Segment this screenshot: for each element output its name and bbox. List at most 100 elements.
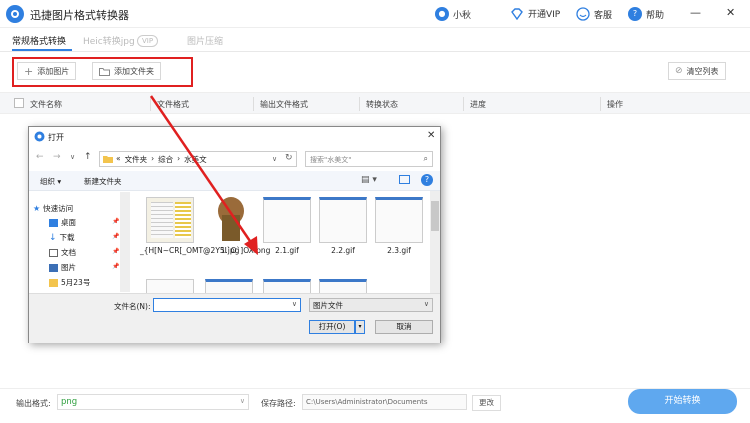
nav-pictures[interactable]: 图片 xyxy=(49,262,76,273)
dialog-title-bar: 打开 ✕ xyxy=(29,127,440,147)
save-path-field[interactable]: C:\Users\Administrator\Documents xyxy=(302,394,467,410)
output-format-select[interactable]: png ∨ xyxy=(57,394,249,410)
active-tab-indicator xyxy=(12,49,72,51)
filetype-value: 图片文件 xyxy=(313,301,343,310)
app-logo-icon xyxy=(6,5,24,23)
tab-heic-to-jpg[interactable]: Heic转换jpg xyxy=(83,34,135,47)
filetype-select[interactable]: 图片文件 ∨ xyxy=(309,298,433,312)
nav-pane-scrollbar[interactable] xyxy=(120,192,130,292)
folder-icon xyxy=(49,278,58,287)
close-icon[interactable]: ✕ xyxy=(726,6,735,19)
open-vip-button[interactable]: 开通VIP xyxy=(510,7,560,20)
nav-folder-may23[interactable]: 5月23号 xyxy=(49,277,90,288)
search-icon: ⌕ xyxy=(423,154,428,163)
file-thumbnail[interactable] xyxy=(263,279,311,293)
quick-access-star-icon: ★ xyxy=(33,204,41,213)
cancel-button[interactable]: 取消 xyxy=(375,320,433,334)
service-button[interactable]: 客服 xyxy=(576,7,612,21)
nav-label: 下载 xyxy=(59,233,75,242)
dialog-bottom-panel: 文件名(N): ∨ 图片文件 ∨ 打开(O) ▾ 取消 xyxy=(29,293,440,343)
file-name: 2.1.gif xyxy=(275,246,299,255)
address-bar[interactable]: « 文件夹 › 综合 › 水美文 ∨ ↻ xyxy=(99,151,297,167)
desktop-icon xyxy=(49,218,58,227)
nav-label: 文档 xyxy=(61,248,76,257)
save-path-value: C:\Users\Administrator\Documents xyxy=(306,398,428,406)
nav-label: 5月23号 xyxy=(61,278,91,287)
col-file-format: 文件格式 xyxy=(157,100,189,109)
search-input[interactable]: 搜索"水美文" ⌕ xyxy=(305,151,433,167)
dialog-app-icon xyxy=(34,131,45,142)
diamond-icon xyxy=(511,7,523,20)
file-thumbnail[interactable] xyxy=(146,279,194,293)
clear-icon: ⊘ xyxy=(675,66,683,76)
help-button[interactable]: ? 帮助 xyxy=(628,7,664,21)
forward-arrow-icon[interactable]: → xyxy=(53,152,61,162)
clear-list-button[interactable]: ⊘ 清空列表 xyxy=(668,62,726,80)
column-divider xyxy=(150,97,151,111)
vip-badge: VIP xyxy=(137,35,159,47)
open-dropdown-button[interactable]: ▾ xyxy=(355,320,365,334)
nav-label: 快速访问 xyxy=(43,204,74,213)
user-avatar-icon: ● xyxy=(435,7,449,21)
up-arrow-icon[interactable]: ↑ xyxy=(84,152,92,162)
breadcrumb-item[interactable]: 综合 xyxy=(158,154,173,165)
output-format-label: 输出格式: xyxy=(16,399,51,408)
tab-bar: 常规格式转换 Heic转换jpg VIP 图片压缩 xyxy=(0,28,750,52)
file-name: 2.2.gif xyxy=(331,246,355,255)
dialog-help-icon[interactable]: ? xyxy=(421,174,433,186)
recent-dropdown-icon[interactable]: ∨ xyxy=(70,153,75,161)
nav-quick-access[interactable]: ★ 快速访问 xyxy=(33,203,73,214)
chevron-down-icon: ∨ xyxy=(291,300,297,308)
col-progress: 进度 xyxy=(470,100,486,109)
file-name: 1.jpg xyxy=(220,246,240,255)
tab-image-compress[interactable]: 图片压缩 xyxy=(187,34,223,47)
navigation-pane: ★ 快速访问 桌面 📌 ↓ 下载 📌 文档 📌 图片 📌 5月23号 xyxy=(29,191,130,293)
filename-label: 文件名(N): xyxy=(114,302,151,311)
column-divider xyxy=(600,97,601,111)
folder-icon xyxy=(103,156,113,163)
pin-icon: 📌 xyxy=(112,218,120,225)
dialog-command-bar: 组织 ▾ 新建文件夹 ▤ ▾ ? xyxy=(29,171,440,191)
download-arrow-icon: ↓ xyxy=(49,232,57,243)
file-thumbnail[interactable] xyxy=(205,279,253,293)
file-list-scrollbar[interactable] xyxy=(430,191,440,293)
preview-pane-icon[interactable] xyxy=(399,175,410,184)
minimize-button[interactable]: — xyxy=(690,6,701,19)
pin-icon: 📌 xyxy=(112,263,120,270)
output-format-value: png xyxy=(61,397,78,407)
nav-label: 图片 xyxy=(61,263,76,272)
filename-input[interactable]: ∨ xyxy=(153,298,301,312)
organize-button[interactable]: 组织 ▾ xyxy=(40,176,61,187)
open-button[interactable]: 打开(O) xyxy=(309,320,355,334)
app-title: 迅捷图片格式转换器 xyxy=(30,9,129,22)
breadcrumb-item[interactable]: 文件夹 xyxy=(125,154,148,165)
change-path-button[interactable]: 更改 xyxy=(472,395,501,411)
dialog-close-icon[interactable]: ✕ xyxy=(427,130,435,141)
breadcrumb-overflow[interactable]: « xyxy=(116,154,121,165)
address-dropdown-icon[interactable]: ∨ xyxy=(272,155,277,163)
nav-desktop[interactable]: 桌面 xyxy=(49,217,76,228)
open-file-dialog: 打开 ✕ ← → ∨ ↑ « 文件夹 › 综合 › 水美文 ∨ ↻ 搜索"水美文… xyxy=(28,126,441,343)
file-thumbnail[interactable] xyxy=(319,279,367,293)
user-account[interactable]: ● 小秋 xyxy=(435,7,471,21)
refresh-icon[interactable]: ↻ xyxy=(285,153,293,163)
col-output-format: 输出文件格式 xyxy=(260,100,308,109)
pin-icon: 📌 xyxy=(112,233,120,240)
file-thumbnail xyxy=(146,197,194,243)
file-thumbnail xyxy=(375,197,423,243)
scrollbar-thumb[interactable] xyxy=(431,201,439,231)
start-convert-button[interactable]: 开始转换 xyxy=(628,389,737,414)
view-options-icon[interactable]: ▤ ▾ xyxy=(361,175,377,185)
pin-icon: 📌 xyxy=(112,248,120,255)
new-folder-button[interactable]: 新建文件夹 xyxy=(84,176,122,187)
breadcrumb-item[interactable]: 水美文 xyxy=(184,154,207,165)
nav-documents[interactable]: 文档 xyxy=(49,247,76,258)
breadcrumb-separator: › xyxy=(151,154,155,163)
user-name: 小秋 xyxy=(453,10,472,21)
tab-normal-convert[interactable]: 常规格式转换 xyxy=(12,34,66,47)
save-path-label: 保存路径: xyxy=(261,399,296,408)
nav-label: 桌面 xyxy=(61,218,76,227)
back-arrow-icon[interactable]: ← xyxy=(36,152,44,162)
nav-downloads[interactable]: ↓ 下载 xyxy=(49,232,75,243)
select-all-checkbox[interactable] xyxy=(14,98,24,108)
